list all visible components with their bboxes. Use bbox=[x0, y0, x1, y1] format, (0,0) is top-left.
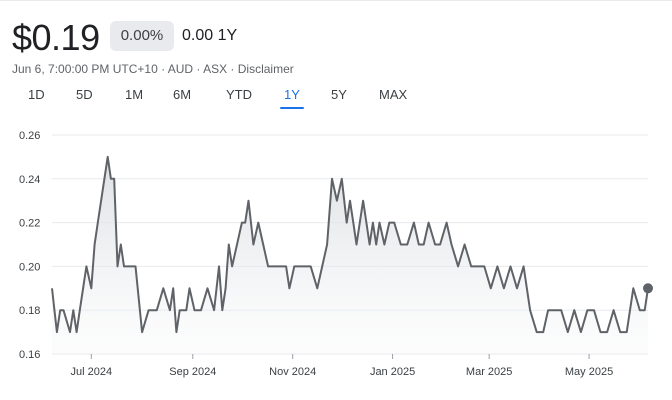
y-tick-label: 0.24 bbox=[19, 174, 40, 186]
y-tick-label: 0.16 bbox=[19, 349, 40, 361]
last-price-marker bbox=[643, 283, 653, 294]
price-chart[interactable]: 0.16 0.18 0.20 0.22 0.24 0.26 Jul 2024 Sep 202… bbox=[0, 118, 672, 400]
x-axis-ticks: Jul 2024 Sep 2024 Nov 2024 Jan 2025 Mar 2025… bbox=[70, 354, 613, 378]
tab-1d[interactable]: 1D bbox=[28, 84, 45, 106]
change-percent-badge: 0.00% bbox=[110, 21, 174, 51]
quote-meta-line: Jun 6, 7:00:00 PM UTC+10 · AUD · ASX · D… bbox=[12, 62, 294, 76]
tab-max[interactable]: MAX bbox=[379, 84, 407, 106]
x-tick-label: Sep 2024 bbox=[169, 366, 216, 378]
tab-ytd[interactable]: YTD bbox=[226, 84, 252, 106]
x-tick-label: Mar 2025 bbox=[466, 366, 512, 378]
x-tick-label: May 2025 bbox=[565, 366, 613, 378]
y-axis-labels: 0.16 0.18 0.20 0.22 0.24 0.26 bbox=[19, 130, 40, 361]
tab-6m[interactable]: 6M bbox=[173, 84, 191, 106]
x-tick-label: Jul 2024 bbox=[70, 366, 112, 378]
change-absolute: 0.00 1Y bbox=[182, 27, 238, 44]
range-tabs: 1D 5D 1M 6M YTD 1Y 5Y MAX bbox=[0, 84, 672, 112]
y-tick-label: 0.18 bbox=[19, 305, 40, 317]
x-tick-label: Nov 2024 bbox=[269, 366, 316, 378]
tab-1y-label: 1Y bbox=[284, 87, 300, 102]
tab-1m[interactable]: 1M bbox=[125, 84, 143, 106]
y-tick-label: 0.22 bbox=[19, 218, 40, 230]
x-tick-label: Jan 2025 bbox=[370, 366, 415, 378]
tab-5y[interactable]: 5Y bbox=[331, 84, 347, 106]
y-tick-label: 0.20 bbox=[19, 261, 40, 273]
tab-1y[interactable]: 1Y bbox=[280, 84, 304, 109]
tab-5d[interactable]: 5D bbox=[76, 84, 93, 106]
active-tab-indicator bbox=[280, 107, 304, 109]
y-tick-label: 0.26 bbox=[19, 130, 40, 142]
top-divider bbox=[0, 0, 672, 1]
current-price: $0.19 bbox=[12, 17, 100, 58]
